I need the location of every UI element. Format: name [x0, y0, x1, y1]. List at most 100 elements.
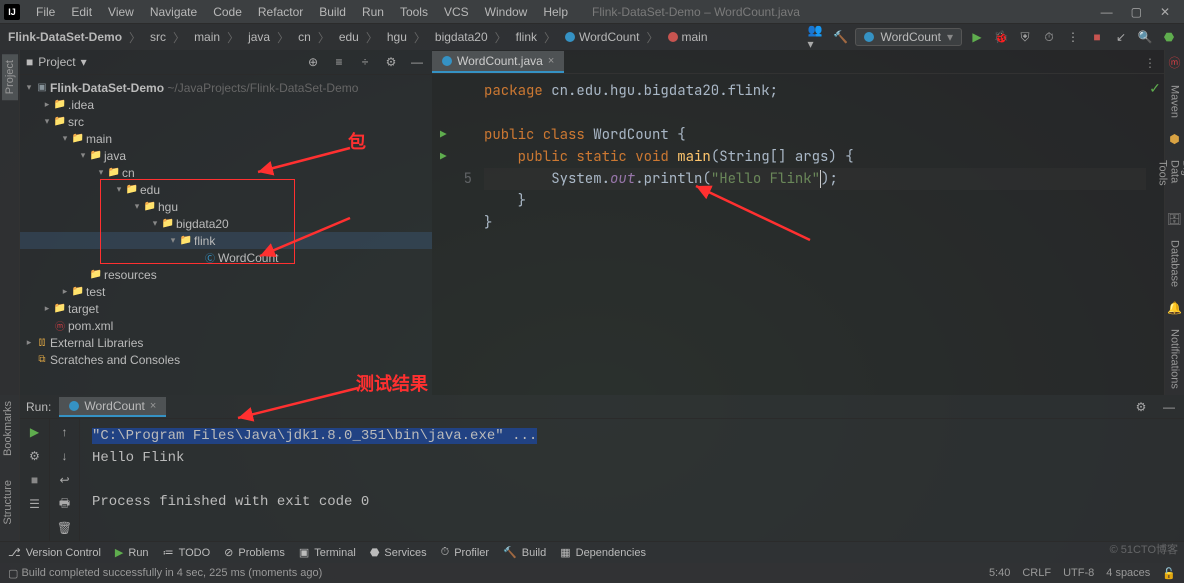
print-icon[interactable]: 🖶 — [56, 495, 74, 513]
debug-icon[interactable]: 🐞 — [992, 28, 1010, 46]
run-gutter-icon[interactable]: ▶ — [440, 124, 447, 146]
tree-folder-target[interactable]: ▸📁target — [20, 300, 432, 317]
hide-run-icon[interactable]: — — [1160, 398, 1178, 416]
breadcrumb[interactable]: edu〉 — [337, 29, 383, 46]
tree-root[interactable]: ▾▣Flink-DataSet-Demo ~/JavaProjects/Flin… — [20, 79, 432, 96]
user-icon[interactable]: 👥▾ — [807, 28, 825, 46]
settings-icon[interactable]: ⚙ — [382, 53, 400, 71]
rerun-settings-icon[interactable]: ⚙ — [26, 447, 44, 465]
dump-icon[interactable]: ☰ — [26, 495, 44, 513]
breadcrumb[interactable]: cn〉 — [296, 29, 335, 46]
search-icon[interactable]: 🔍 — [1136, 28, 1154, 46]
close-icon[interactable]: ✕ — [1160, 5, 1170, 19]
sidebar-tab-maven[interactable]: Maven — [1167, 79, 1183, 124]
sidebar-tab-notifications[interactable]: Notifications — [1167, 323, 1183, 395]
menu-tools[interactable]: Tools — [392, 3, 436, 21]
tab-build[interactable]: 🔨 Build — [503, 546, 546, 559]
minimize-icon[interactable]: — — [1101, 5, 1113, 19]
close-tab-icon[interactable]: × — [548, 55, 554, 67]
tree-package-hgu[interactable]: ▾📁hgu — [20, 198, 432, 215]
maven-icon[interactable]: ⓜ — [1168, 54, 1180, 71]
vcs-update-icon[interactable]: ↙ — [1112, 28, 1130, 46]
tree-folder-java[interactable]: ▾📁java — [20, 147, 432, 164]
run-tab-wordcount[interactable]: WordCount× — [59, 397, 166, 417]
menu-file[interactable]: File — [28, 3, 63, 21]
tab-version-control[interactable]: ⎇ Version Control — [8, 546, 101, 559]
stop-icon[interactable]: ■ — [1088, 28, 1106, 46]
project-panel-title[interactable]: ■ Project ▾ — [26, 55, 87, 69]
tab-problems[interactable]: ⊘ Problems — [224, 546, 285, 559]
run-config-selector[interactable]: WordCount▾ — [855, 28, 962, 46]
tree-package-edu[interactable]: ▾📁edu — [20, 181, 432, 198]
hide-panel-icon[interactable]: — — [408, 53, 426, 71]
tree-folder-src[interactable]: ▾📁src — [20, 113, 432, 130]
tree-external-libs[interactable]: ▸⫾⫾External Libraries — [20, 334, 432, 351]
sidebar-tab-database[interactable]: Database — [1167, 234, 1183, 293]
tree-folder-test[interactable]: ▸📁test — [20, 283, 432, 300]
editor-tab-more-icon[interactable]: ⋮ — [1136, 53, 1164, 73]
breadcrumb[interactable]: WordCount〉 — [563, 29, 664, 46]
expand-all-icon[interactable]: ≡ — [330, 53, 348, 71]
menu-help[interactable]: Help — [535, 3, 576, 21]
breadcrumb[interactable]: flink〉 — [514, 29, 561, 46]
readonly-lock-icon[interactable]: 🔓 — [1162, 567, 1176, 580]
tab-terminal[interactable]: ▣ Terminal — [299, 546, 356, 559]
wrap-icon[interactable]: ↩ — [56, 471, 74, 489]
rerun-icon[interactable]: ▶ — [26, 423, 44, 441]
caret-position[interactable]: 5:40 — [989, 567, 1010, 580]
scroll-up-icon[interactable]: ↑ — [56, 423, 74, 441]
status-menu-icon[interactable]: ▢ — [8, 567, 18, 580]
sidebar-tab-structure[interactable]: Structure — [0, 474, 16, 531]
editor-tab-wordcount[interactable]: WordCount.java× — [432, 51, 564, 73]
more-run-icon[interactable]: ⋮ — [1064, 28, 1082, 46]
stop-run-icon[interactable]: ■ — [26, 471, 44, 489]
run-gutter-icon[interactable]: ▶ — [440, 146, 447, 168]
tab-todo[interactable]: ≔ TODO — [163, 546, 211, 559]
menu-build[interactable]: Build — [311, 3, 354, 21]
tree-folder-resources[interactable]: 📁resources — [20, 266, 432, 283]
sidebar-tab-bigdata[interactable]: Big Data Tools — [1155, 154, 1184, 204]
menu-vcs[interactable]: VCS — [436, 3, 477, 21]
tree-scratches[interactable]: ⧉Scratches and Consoles — [20, 351, 432, 368]
tree-folder-idea[interactable]: ▸📁.idea — [20, 96, 432, 113]
bigdata-icon[interactable]: ⬢ — [1169, 132, 1179, 146]
run-icon[interactable]: ▶ — [968, 28, 986, 46]
tab-dependencies[interactable]: ▦ Dependencies — [560, 546, 646, 559]
database-icon[interactable]: 🗄 — [1167, 212, 1182, 226]
sidebar-tab-project[interactable]: Project — [2, 54, 18, 100]
menu-edit[interactable]: Edit — [63, 3, 100, 21]
menu-view[interactable]: View — [100, 3, 142, 21]
tree-package-cn[interactable]: ▾📁cn — [20, 164, 432, 181]
line-ending[interactable]: CRLF — [1022, 567, 1051, 580]
breadcrumb[interactable]: main〉 — [192, 29, 244, 46]
hammer-icon[interactable]: 🔨 — [831, 28, 849, 46]
tab-run[interactable]: ▶ Run — [115, 546, 149, 559]
indent-setting[interactable]: 4 spaces — [1106, 567, 1150, 580]
run-console-output[interactable]: "C:\Program Files\Java\jdk1.8.0_351\bin\… — [80, 419, 1184, 541]
close-run-tab-icon[interactable]: × — [150, 400, 156, 412]
maximize-icon[interactable]: ▢ — [1131, 5, 1142, 19]
check-icon[interactable]: ✓ — [1149, 80, 1161, 98]
profile-icon[interactable]: ⏱ — [1040, 28, 1058, 46]
breadcrumb[interactable]: java〉 — [246, 29, 294, 46]
scroll-down-icon[interactable]: ↓ — [56, 447, 74, 465]
collapse-all-icon[interactable]: ÷ — [356, 53, 374, 71]
tree-folder-main[interactable]: ▾📁main — [20, 130, 432, 147]
breadcrumb[interactable]: src〉 — [148, 29, 190, 46]
menu-refactor[interactable]: Refactor — [250, 3, 311, 21]
breadcrumb[interactable]: bigdata20〉 — [433, 29, 512, 46]
breadcrumb[interactable]: Flink-DataSet-Demo〉 — [6, 29, 146, 46]
tree-class-wordcount[interactable]: ⒸWordCount — [20, 249, 432, 266]
file-encoding[interactable]: UTF-8 — [1063, 567, 1094, 580]
menu-run[interactable]: Run — [354, 3, 392, 21]
select-opened-icon[interactable]: ⊕ — [304, 53, 322, 71]
code-editor[interactable]: ▶ ▶ 5 package cn.edu.hgu.bigdata20.flink… — [432, 74, 1164, 395]
coverage-icon[interactable]: ⛨ — [1016, 28, 1034, 46]
tree-package-bigdata20[interactable]: ▾📁bigdata20 — [20, 215, 432, 232]
clear-icon[interactable]: 🗑 — [56, 519, 74, 537]
menu-navigate[interactable]: Navigate — [142, 3, 205, 21]
menu-window[interactable]: Window — [477, 3, 536, 21]
bell-icon[interactable]: 🔔 — [1167, 301, 1182, 315]
ide-settings-icon[interactable]: ⬣ — [1160, 28, 1178, 46]
tab-services[interactable]: ⬣ Services — [370, 546, 427, 559]
